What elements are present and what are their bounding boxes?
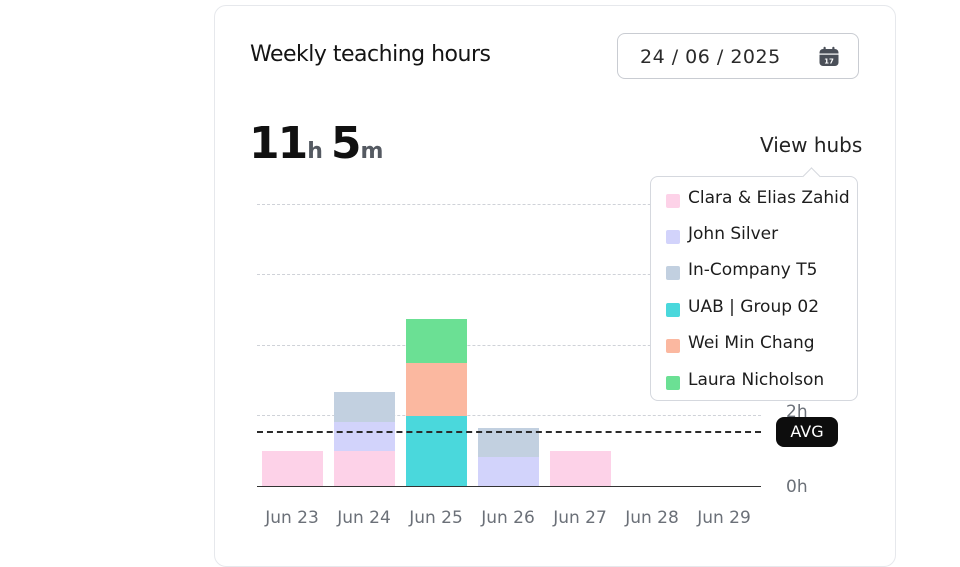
bar-segment[interactable] — [334, 421, 395, 451]
date-value: 24 / 06 / 2025 — [640, 46, 781, 68]
legend-label: Clara & Elias Zahid — [688, 188, 850, 208]
y-tick-label-0h: 0h — [786, 477, 808, 497]
legend-label: In-Company T5 — [688, 260, 818, 280]
card-title: Weekly teaching hours — [250, 42, 491, 67]
date-picker-field[interactable]: 24 / 06 / 2025 17 — [617, 33, 859, 79]
x-tick-label: Jun 28 — [625, 508, 679, 528]
x-tick-label: Jun 25 — [409, 508, 463, 528]
x-tick-label: Jun 29 — [697, 508, 751, 528]
hubs-legend-popover: Clara & Elias Zahid John Silver In-Compa… — [650, 176, 858, 401]
legend-swatch — [666, 339, 680, 353]
bar-segment[interactable] — [334, 450, 395, 486]
legend-label: John Silver — [688, 224, 779, 244]
total-minutes-value: 5 — [330, 118, 362, 169]
legend-swatch — [666, 376, 680, 390]
avg-badge: AVG — [776, 417, 838, 447]
bar-segment[interactable] — [406, 362, 467, 416]
legend-swatch — [666, 230, 680, 244]
svg-text:17: 17 — [824, 58, 834, 66]
grid-line — [257, 415, 761, 416]
view-hubs-link[interactable]: View hubs — [760, 133, 862, 157]
total-hours-value: 11 — [249, 118, 308, 169]
hours-unit: h — [307, 139, 323, 164]
bar-segment[interactable] — [406, 415, 467, 486]
x-tick-label: Jun 23 — [265, 508, 319, 528]
average-line — [257, 431, 761, 433]
bar-segment[interactable] — [550, 450, 611, 486]
x-tick-label: Jun 26 — [481, 508, 535, 528]
x-tick-label: Jun 24 — [337, 508, 391, 528]
total-hours-display: 11h 5m — [249, 118, 391, 169]
legend-swatch — [666, 303, 680, 317]
legend-swatch — [666, 194, 680, 208]
bar-segment[interactable] — [478, 456, 539, 486]
legend-swatch — [666, 266, 680, 280]
bar-segment[interactable] — [334, 392, 395, 422]
x-tick-label: Jun 27 — [553, 508, 607, 528]
x-axis-baseline — [257, 486, 761, 487]
bar-segment[interactable] — [262, 450, 323, 486]
legend-label: Wei Min Chang — [688, 333, 815, 353]
minutes-unit: m — [360, 139, 384, 164]
bar-segment[interactable] — [406, 318, 467, 363]
legend-label: UAB | Group 02 — [688, 297, 820, 317]
legend-label: Laura Nicholson — [688, 370, 825, 390]
calendar-icon[interactable]: 17 — [817, 45, 841, 69]
